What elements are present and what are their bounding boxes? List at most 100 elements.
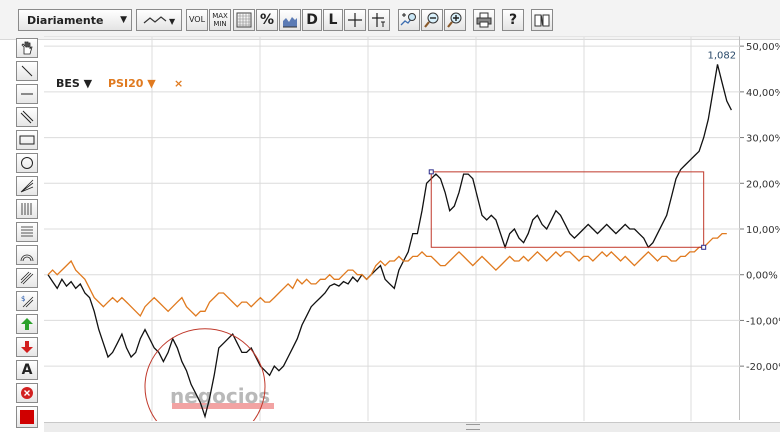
- hand-tool[interactable]: [16, 38, 38, 58]
- parallel-lines-tool[interactable]: [16, 107, 38, 127]
- diagonal-line-icon: [21, 65, 33, 77]
- y-tick-label: 30,00%: [746, 134, 780, 145]
- horizontal-line-tool[interactable]: [16, 84, 38, 104]
- color-picker-icon: [20, 410, 34, 424]
- rectangle-handle: [428, 169, 434, 175]
- color-picker-tool[interactable]: [16, 406, 38, 428]
- series-bes-line: [47, 64, 732, 419]
- book-button[interactable]: [531, 9, 553, 31]
- watermark-text: negocios: [170, 384, 270, 408]
- chart-toolbar: Diariamente ▼ ▼ VOL MAX MIN % D L ?: [0, 0, 780, 40]
- delete-icon: [21, 387, 33, 399]
- area-chart-icon: [283, 17, 297, 28]
- volume-label: VOL: [188, 15, 206, 24]
- up-arrow-tool[interactable]: [16, 314, 38, 334]
- svg-text:$: $: [21, 295, 25, 303]
- svg-text:▼: ▼: [169, 17, 176, 26]
- rectangle-tool[interactable]: [16, 130, 38, 150]
- line-type-select[interactable]: ▼: [136, 9, 182, 31]
- crosshair-icon: [348, 13, 362, 27]
- parallel-lines-icon: [20, 110, 34, 124]
- zoom-fit-button[interactable]: [398, 9, 420, 31]
- maxmin-button[interactable]: MAX MIN: [209, 9, 231, 31]
- period-select-value: Diariamente: [27, 13, 104, 27]
- horizontal-scrollbar[interactable]: [44, 422, 780, 432]
- chevron-down-icon: ▼: [120, 15, 127, 25]
- area-button[interactable]: [279, 9, 301, 31]
- y-tick-label: -10,00%: [746, 316, 780, 327]
- circle-icon: [21, 157, 33, 169]
- help-button[interactable]: ?: [502, 9, 524, 31]
- legend-series2-label: PSI20 ▼: [108, 77, 156, 90]
- series-layer: [47, 64, 732, 419]
- text-icon: A: [21, 362, 33, 378]
- rectangle-handle: [701, 244, 707, 250]
- annotations: 1,0820,545: [144, 50, 737, 421]
- legend-series1-label: BES ▼: [56, 77, 93, 90]
- arc-tool[interactable]: [16, 245, 38, 265]
- legend-series1[interactable]: BES ▼: [56, 77, 92, 90]
- d-button[interactable]: D: [302, 9, 322, 31]
- horizontal-lines-icon: [21, 226, 33, 237]
- chart-area[interactable]: 50,00% 40,00% 30,00% 20,00% 10,00% 0,00% -10,0…: [44, 36, 780, 421]
- crosshair-button[interactable]: [344, 9, 366, 31]
- drawing-tools-palette: $ A: [16, 38, 40, 432]
- fan-icon: [20, 179, 34, 193]
- l-button[interactable]: L: [323, 9, 343, 31]
- zoom-out-icon: [424, 12, 439, 28]
- channel-icon: [20, 271, 34, 285]
- percent-label: %: [259, 12, 275, 28]
- y-tick-label: 0,00%: [746, 271, 778, 282]
- min-label: MIN: [213, 20, 227, 28]
- dollar-lines-icon: $: [21, 295, 34, 308]
- max-value-label: 1,082: [708, 50, 737, 61]
- line-chart-icon: ▼: [143, 16, 176, 26]
- down-arrow-tool[interactable]: [16, 337, 38, 357]
- chart-canvas[interactable]: 50,00% 40,00% 30,00% 20,00% 10,00% 0,00% -10,0…: [44, 37, 780, 421]
- printer-icon: [476, 12, 492, 28]
- y-tick-label: 40,00%: [746, 88, 780, 99]
- period-select[interactable]: Diariamente ▼: [18, 9, 132, 31]
- y-tick-label: 20,00%: [746, 179, 780, 190]
- zoom-fit-icon: [400, 13, 416, 26]
- legend-series2[interactable]: PSI20 ▼: [108, 77, 156, 90]
- arc-icon: [20, 254, 34, 262]
- up-arrow-icon: [21, 318, 33, 330]
- channel-tool[interactable]: [16, 268, 38, 288]
- print-button[interactable]: [473, 9, 495, 31]
- horizontal-lines-tool[interactable]: [16, 222, 38, 242]
- scroll-grip-icon[interactable]: [466, 424, 480, 430]
- help-label: ?: [508, 12, 518, 28]
- text-tool[interactable]: A: [16, 360, 38, 380]
- crosshair-label-button[interactable]: [368, 9, 390, 31]
- book-icon: [534, 14, 550, 27]
- zoom-in-button[interactable]: [444, 9, 466, 31]
- zoom-out-button[interactable]: [421, 9, 443, 31]
- legend-remove-button[interactable]: ×: [174, 77, 183, 90]
- delete-tool[interactable]: [16, 383, 38, 403]
- d-label: D: [306, 12, 318, 28]
- horizontal-line-icon: [21, 93, 33, 95]
- rectangle-icon: [19, 135, 35, 145]
- l-label: L: [328, 12, 338, 28]
- dollar-lines-tool[interactable]: $: [16, 291, 38, 311]
- crosshair-label-icon: [372, 13, 385, 27]
- y-tick-label: -20,00%: [746, 362, 780, 373]
- percent-button[interactable]: %: [256, 9, 278, 31]
- grid: [44, 37, 740, 421]
- vertical-lines-icon: [21, 203, 32, 215]
- zoom-in-icon: [447, 12, 462, 28]
- close-icon: ×: [174, 77, 184, 90]
- y-axis: 50,00% 40,00% 30,00% 20,00% 10,00% 0,00% -10,0…: [740, 42, 780, 373]
- vertical-lines-tool[interactable]: [16, 199, 38, 219]
- hand-icon: [21, 41, 33, 55]
- fan-tool[interactable]: [16, 176, 38, 196]
- grid-icon: [236, 12, 252, 28]
- volume-button[interactable]: VOL: [186, 9, 208, 31]
- circle-tool[interactable]: [16, 153, 38, 173]
- grid-button[interactable]: [233, 9, 255, 31]
- y-tick-label: 10,00%: [746, 225, 780, 236]
- max-label: MAX: [212, 12, 228, 20]
- diagonal-line-tool[interactable]: [16, 61, 38, 81]
- watermark: negocios: [170, 384, 274, 409]
